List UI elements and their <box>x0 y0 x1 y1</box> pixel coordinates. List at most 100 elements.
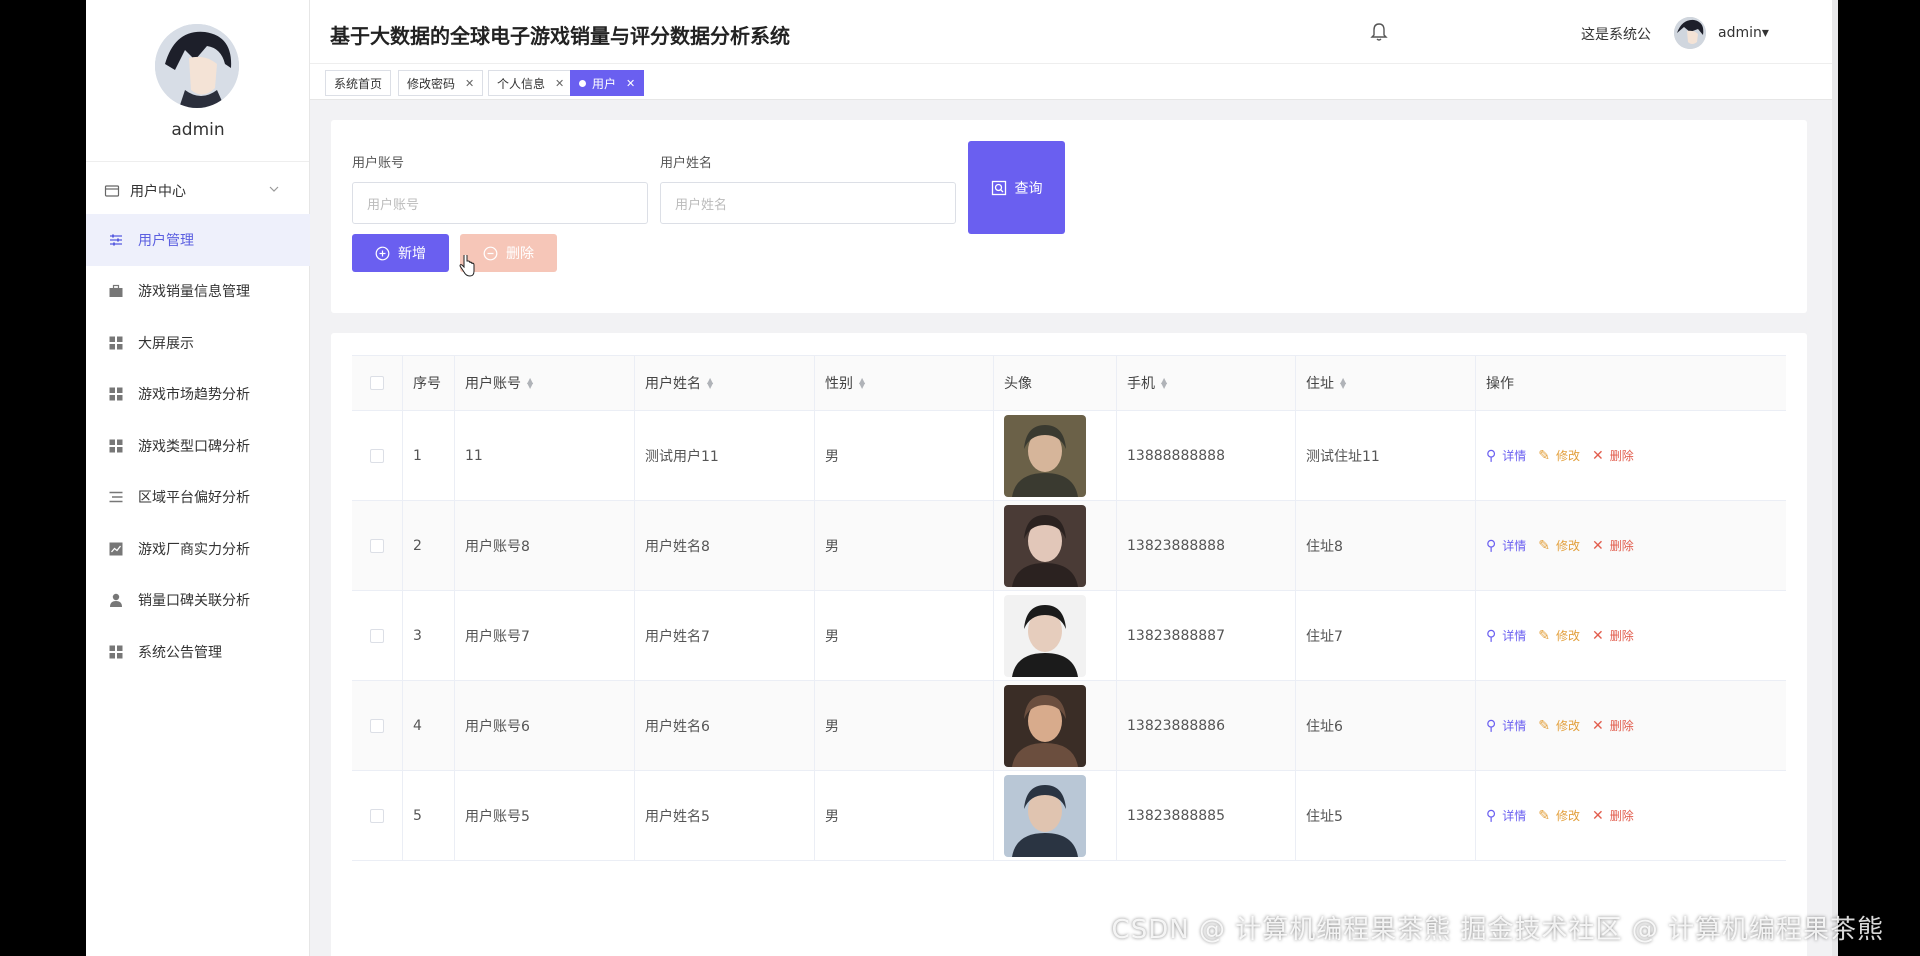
sidebar-item-user-management[interactable]: 用户管理 <box>86 214 310 266</box>
sidebar-item-announcements[interactable]: 系统公告管理 <box>86 626 310 678</box>
table-row[interactable]: 3 用户账号7 用户姓名7 男 13823888887 住址7 ⚲ 详情 ✎ 修改 … <box>352 591 1786 681</box>
edit-button[interactable]: ✎ 修改 <box>1538 627 1580 644</box>
grid-icon <box>108 386 124 402</box>
row-checkbox-cell <box>352 411 403 500</box>
cell-phone: 13823888888 <box>1117 501 1296 590</box>
header-gender[interactable]: 性别 ▲ ▼ <box>815 356 994 410</box>
close-icon: ✕ <box>1592 807 1604 824</box>
header-index: 序号 <box>403 356 455 410</box>
cell-actions: ⚲ 详情 ✎ 修改 ✕ 删除 <box>1476 591 1786 680</box>
delete-row-button[interactable]: ✕ 删除 <box>1592 537 1634 554</box>
system-notice[interactable]: 这是系统公 <box>1581 24 1651 44</box>
sidebar-item-region-platform[interactable]: 区域平台偏好分析 <box>86 472 310 524</box>
user-dropdown[interactable]: admin▾ <box>1718 25 1769 41</box>
detail-button[interactable]: ⚲ 详情 <box>1486 627 1526 644</box>
table-row[interactable]: 2 用户账号8 用户姓名8 男 13823888888 住址8 ⚲ 详情 ✎ 修改 … <box>352 501 1786 591</box>
cell-account: 用户账号8 <box>455 501 635 590</box>
row-checkbox[interactable] <box>370 538 384 553</box>
chart-icon <box>108 541 124 557</box>
delete-row-button[interactable]: ✕ 删除 <box>1592 627 1634 644</box>
cell-avatar <box>994 591 1117 680</box>
search-icon: ⚲ <box>1486 537 1497 554</box>
sidebar-item-sales-reputation[interactable]: 销量口碑关联分析 <box>86 575 310 627</box>
header-avatar[interactable] <box>1674 17 1706 49</box>
header-name[interactable]: 用户姓名 ▲ ▼ <box>635 356 815 410</box>
avatar[interactable] <box>155 24 239 108</box>
name-search-input[interactable]: 用户姓名 <box>660 182 956 224</box>
detail-button[interactable]: ⚲ 详情 <box>1486 717 1526 734</box>
edit-button[interactable]: ✎ 修改 <box>1538 537 1580 554</box>
close-icon: ✕ <box>1592 537 1604 554</box>
header-phone[interactable]: 手机 ▲ ▼ <box>1117 356 1296 410</box>
sort-icon[interactable]: ▲ ▼ <box>527 377 533 390</box>
row-checkbox[interactable] <box>370 628 384 643</box>
detail-button[interactable]: ⚲ 详情 <box>1486 807 1526 824</box>
sort-icon[interactable]: ▲ ▼ <box>859 377 865 390</box>
edit-icon: ✎ <box>1538 537 1551 554</box>
close-icon[interactable]: ✕ <box>555 77 564 90</box>
tab-label: 用户 <box>592 76 617 91</box>
user-avatar-image[interactable] <box>1004 504 1086 587</box>
delete-label: 删除 <box>1609 719 1634 733</box>
sort-icon[interactable]: ▲ ▼ <box>1161 377 1167 390</box>
close-icon[interactable]: ✕ <box>626 77 635 90</box>
cell-name: 用户姓名5 <box>635 771 815 860</box>
sort-icon[interactable]: ▲ ▼ <box>1340 377 1346 390</box>
delete-row-button[interactable]: ✕ 删除 <box>1592 807 1634 824</box>
table-row[interactable]: 4 用户账号6 用户姓名6 男 13823888886 住址6 ⚲ 详情 ✎ 修改 … <box>352 681 1786 771</box>
account-search-input[interactable]: 用户账号 <box>352 182 648 224</box>
table-header: 序号 用户账号 ▲ ▼ 用户姓名 ▲ ▼ 性别 ▲ ▼ 头像 手机 ▲ ▼ 住址 ▲ ▼ 操作 <box>352 355 1786 411</box>
user-avatar-image[interactable] <box>1004 414 1086 497</box>
app-window: admin 用户中心 用户管理 游戏销量信息管理 大屏展示 游戏市场趋势分析 游… <box>86 0 1832 956</box>
sidebar-item-label: 区域平台偏好分析 <box>138 490 250 507</box>
edit-icon: ✎ <box>1538 807 1551 824</box>
row-checkbox[interactable] <box>370 718 384 733</box>
table-row[interactable]: 5 用户账号5 用户姓名5 男 13823888885 住址5 ⚲ 详情 ✎ 修改 … <box>352 771 1786 861</box>
sidebar-item-market-trend[interactable]: 游戏市场趋势分析 <box>86 369 310 421</box>
sidebar-item-label: 游戏市场趋势分析 <box>138 387 250 404</box>
edit-button[interactable]: ✎ 修改 <box>1538 447 1580 464</box>
tab-home[interactable]: 系统首页 <box>325 70 392 96</box>
row-checkbox[interactable] <box>370 448 384 463</box>
row-checkbox-cell <box>352 591 403 680</box>
sidebar-user-panel: admin <box>86 0 309 162</box>
delete-row-button[interactable]: ✕ 删除 <box>1592 717 1634 734</box>
row-checkbox-cell <box>352 681 403 770</box>
sidebar-item-game-sales[interactable]: 游戏销量信息管理 <box>86 266 310 318</box>
user-avatar-image[interactable] <box>1004 594 1086 677</box>
close-icon[interactable]: ✕ <box>465 77 474 90</box>
tab-change-password[interactable]: 修改密码 ✕ <box>398 70 484 96</box>
tab-profile[interactable]: 个人信息 ✕ <box>488 70 574 96</box>
cell-address: 住址7 <box>1296 591 1476 680</box>
user-avatar-image[interactable] <box>1004 774 1086 857</box>
cell-phone: 13823888885 <box>1117 771 1296 860</box>
query-button[interactable]: 查询 <box>968 141 1065 234</box>
sort-icon[interactable]: ▲ ▼ <box>707 377 713 390</box>
add-button[interactable]: 新增 <box>352 234 449 272</box>
edit-button[interactable]: ✎ 修改 <box>1538 807 1580 824</box>
table-row[interactable]: 1 11 测试用户11 男 13888888888 测试住址11 ⚲ 详情 ✎ 修改… <box>352 411 1786 501</box>
select-all-checkbox[interactable] <box>370 376 384 390</box>
edit-button[interactable]: ✎ 修改 <box>1538 717 1580 734</box>
detail-button[interactable]: ⚲ 详情 <box>1486 537 1526 554</box>
sidebar-item-genre-reputation[interactable]: 游戏类型口碑分析 <box>86 420 310 472</box>
row-checkbox[interactable] <box>370 808 384 823</box>
header-address[interactable]: 住址 ▲ ▼ <box>1296 356 1476 410</box>
cell-gender: 男 <box>815 771 994 860</box>
delete-row-button[interactable]: ✕ 删除 <box>1592 447 1634 464</box>
cell-phone: 13823888887 <box>1117 591 1296 680</box>
detail-button[interactable]: ⚲ 详情 <box>1486 447 1526 464</box>
bell-icon[interactable] <box>1370 22 1388 46</box>
menu-group-user-center[interactable]: 用户中心 <box>86 168 310 214</box>
sidebar-item-big-screen[interactable]: 大屏展示 <box>86 317 310 369</box>
grid-icon <box>108 335 124 351</box>
header-account[interactable]: 用户账号 ▲ ▼ <box>455 356 635 410</box>
user-avatar-image[interactable] <box>1004 684 1086 767</box>
sliders-icon <box>108 232 124 248</box>
sidebar-item-vendor-strength[interactable]: 游戏厂商实力分析 <box>86 523 310 575</box>
sidebar-item-label: 游戏销量信息管理 <box>138 284 250 301</box>
edit-label: 修改 <box>1556 809 1581 823</box>
cell-index: 3 <box>403 591 455 680</box>
cell-avatar <box>994 411 1117 500</box>
tab-users[interactable]: 用户 ✕ <box>570 70 645 96</box>
